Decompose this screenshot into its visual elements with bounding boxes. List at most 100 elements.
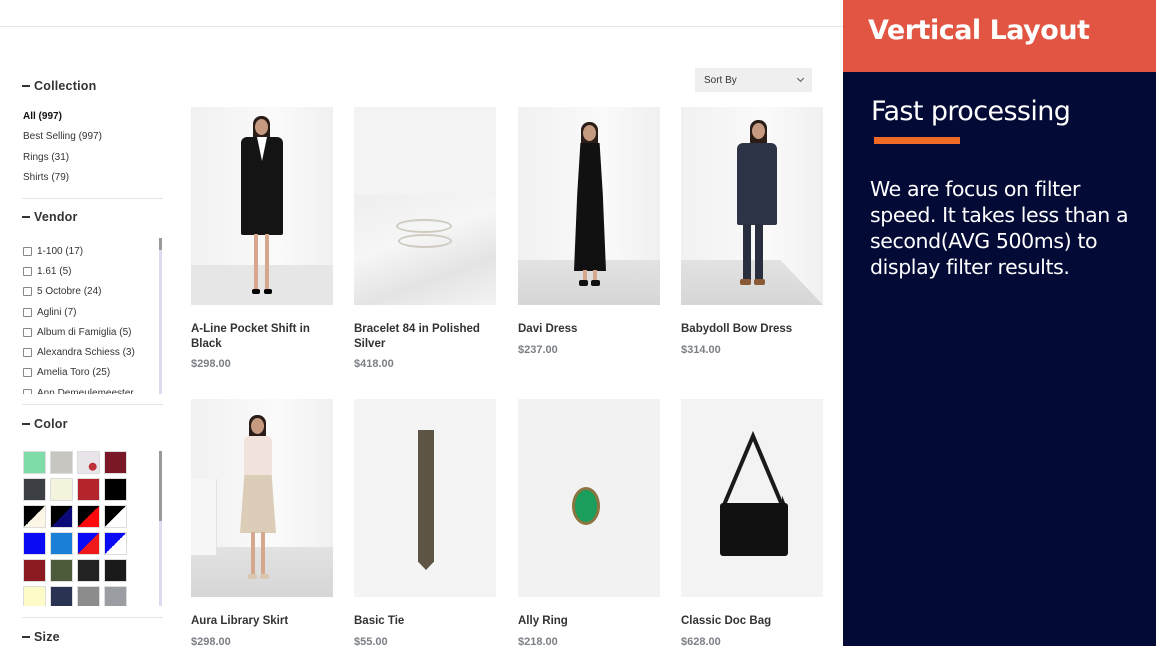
product-image-model-black-midi-dress[interactable] — [518, 107, 660, 305]
color-swatch-grey[interactable] — [104, 586, 127, 606]
color-swatch-black[interactable] — [104, 478, 127, 501]
collection-list: All (997) Best Selling (997) Rings (31) … — [23, 110, 102, 191]
color-scrollbar[interactable] — [159, 451, 162, 606]
product-image-black-messenger-bag[interactable] — [681, 399, 823, 597]
vendor-option[interactable]: Aglini (7) — [23, 302, 157, 322]
product-name[interactable]: Aura Library Skirt — [191, 614, 333, 629]
product-card[interactable]: Davi Dress $237.00 — [518, 107, 660, 356]
product-name[interactable]: Basic Tie — [354, 614, 496, 629]
product-name[interactable]: Classic Doc Bag — [681, 614, 823, 629]
product-price: $298.00 — [191, 635, 231, 646]
collection-filter-title: Collection — [34, 79, 97, 93]
collection-item-all[interactable]: All (997) — [23, 110, 102, 130]
collection-filter-toggle[interactable]: Collection — [22, 79, 96, 93]
checkbox[interactable] — [23, 266, 32, 276]
color-swatch-blue[interactable] — [23, 532, 46, 555]
color-swatch-black-red[interactable] — [77, 505, 100, 528]
bag-strap-icon — [722, 430, 784, 506]
checkbox[interactable] — [23, 307, 32, 317]
vendor-filter-toggle[interactable]: Vendor — [22, 210, 78, 224]
feature-panel-title: Vertical Layout — [868, 15, 1090, 46]
size-filter-toggle[interactable]: Size — [22, 630, 60, 644]
color-swatch-dark-grey[interactable] — [77, 559, 100, 582]
color-swatch-camo[interactable] — [50, 559, 73, 582]
product-card[interactable]: Ally Ring $218.00 — [518, 399, 660, 646]
product-name[interactable]: Babydoll Bow Dress — [681, 322, 823, 337]
product-name[interactable]: Ally Ring — [518, 614, 660, 629]
checkbox[interactable] — [23, 348, 32, 358]
color-swatch-pale-yellow[interactable] — [23, 586, 46, 606]
vendor-option[interactable]: 1-100 (17) — [23, 241, 157, 261]
product-card[interactable]: A-Line Pocket Shift in Black $298.00 — [191, 107, 333, 370]
checkbox[interactable] — [23, 327, 32, 337]
checkbox[interactable] — [23, 368, 32, 378]
color-swatch-black-cream[interactable] — [23, 505, 46, 528]
color-swatch-cream[interactable] — [50, 478, 73, 501]
color-swatch-near-black[interactable] — [104, 559, 127, 582]
vendor-list: 1-100 (17) 1.61 (5) 5 Octobre (24) Aglin… — [23, 241, 157, 394]
size-filter-title: Size — [34, 630, 60, 644]
product-image-model-black-dress[interactable] — [191, 107, 333, 305]
product-card[interactable]: Aura Library Skirt $298.00 — [191, 399, 333, 646]
product-image-brown-tie[interactable] — [354, 399, 496, 597]
color-swatch-mint[interactable] — [23, 451, 46, 474]
checkbox[interactable] — [23, 287, 32, 297]
vendor-option-label: Ann Demeulemeester — [37, 387, 134, 394]
color-swatch-salt-pepper[interactable] — [77, 586, 100, 606]
vendor-option[interactable]: Amelia Toro (25) — [23, 363, 157, 383]
color-swatch-blue-red[interactable] — [77, 532, 100, 555]
color-swatch-azure[interactable] — [50, 532, 73, 555]
product-price: $55.00 — [354, 635, 388, 646]
vendor-option[interactable]: 5 Octobre (24) — [23, 282, 157, 302]
vendor-option[interactable]: 1.61 (5) — [23, 261, 157, 281]
product-price: $628.00 — [681, 635, 721, 646]
product-card[interactable]: Bracelet 84 in Polished Silver $418.00 — [354, 107, 496, 370]
collection-item-rings[interactable]: Rings (31) — [23, 151, 102, 171]
product-card[interactable]: Basic Tie $55.00 — [354, 399, 496, 646]
color-swatch-burgundy[interactable] — [104, 451, 127, 474]
sort-by-dropdown[interactable]: Sort By — [695, 68, 812, 92]
vendor-filter-title: Vendor — [34, 210, 78, 224]
product-card[interactable]: Classic Doc Bag $628.00 — [681, 399, 823, 646]
checkbox[interactable] — [23, 246, 32, 256]
product-image-model-navy-dress[interactable] — [681, 107, 823, 305]
vendor-option-label: 1-100 (17) — [37, 245, 84, 257]
checkbox[interactable] — [23, 388, 32, 394]
vendor-option[interactable]: Album di Famiglia (5) — [23, 322, 157, 342]
color-swatch-black-white[interactable] — [104, 505, 127, 528]
divider — [22, 404, 163, 405]
color-swatch-navy-knit[interactable] — [50, 586, 73, 606]
color-swatch-light-grey[interactable] — [50, 451, 73, 474]
vendor-option[interactable]: Ann Demeulemeester — [23, 383, 157, 394]
product-name[interactable]: A-Line Pocket Shift in Black — [191, 322, 333, 351]
sort-by-label: Sort By — [704, 74, 737, 86]
store-page: Collection All (997) Best Selling (997) … — [0, 0, 843, 646]
product-image-silver-bracelet[interactable] — [354, 107, 496, 305]
color-swatch-charcoal-knit[interactable] — [23, 478, 46, 501]
product-image-model-beige-skirt[interactable] — [191, 399, 333, 597]
product-name[interactable]: Bracelet 84 in Polished Silver — [354, 322, 496, 351]
divider — [22, 617, 163, 618]
collapse-icon — [22, 85, 30, 87]
collection-item-best-selling[interactable]: Best Selling (997) — [23, 130, 102, 150]
product-name[interactable]: Davi Dress — [518, 322, 660, 337]
vendor-scrollbar[interactable] — [159, 238, 162, 394]
color-filter-toggle[interactable]: Color — [22, 417, 68, 431]
collapse-icon — [22, 423, 30, 425]
color-swatch-red-pattern[interactable] — [77, 478, 100, 501]
color-swatch-dark-red[interactable] — [23, 559, 46, 582]
product-price: $218.00 — [518, 635, 558, 646]
vendor-option-label: Album di Famiglia (5) — [37, 326, 132, 338]
vendor-option[interactable]: Alexandra Schiess (3) — [23, 342, 157, 362]
scrollbar-thumb[interactable] — [159, 451, 162, 521]
vendor-option-label: Amelia Toro (25) — [37, 367, 111, 379]
color-swatch-blue-white[interactable] — [104, 532, 127, 555]
product-image-green-stone-ring[interactable] — [518, 399, 660, 597]
color-swatch-floral-print[interactable] — [77, 451, 100, 474]
accent-underline — [874, 137, 960, 144]
top-bar — [0, 0, 843, 27]
scrollbar-thumb[interactable] — [159, 238, 162, 250]
color-swatch-black-navy[interactable] — [50, 505, 73, 528]
product-card[interactable]: Babydoll Bow Dress $314.00 — [681, 107, 823, 356]
collection-item-shirts[interactable]: Shirts (79) — [23, 171, 102, 191]
